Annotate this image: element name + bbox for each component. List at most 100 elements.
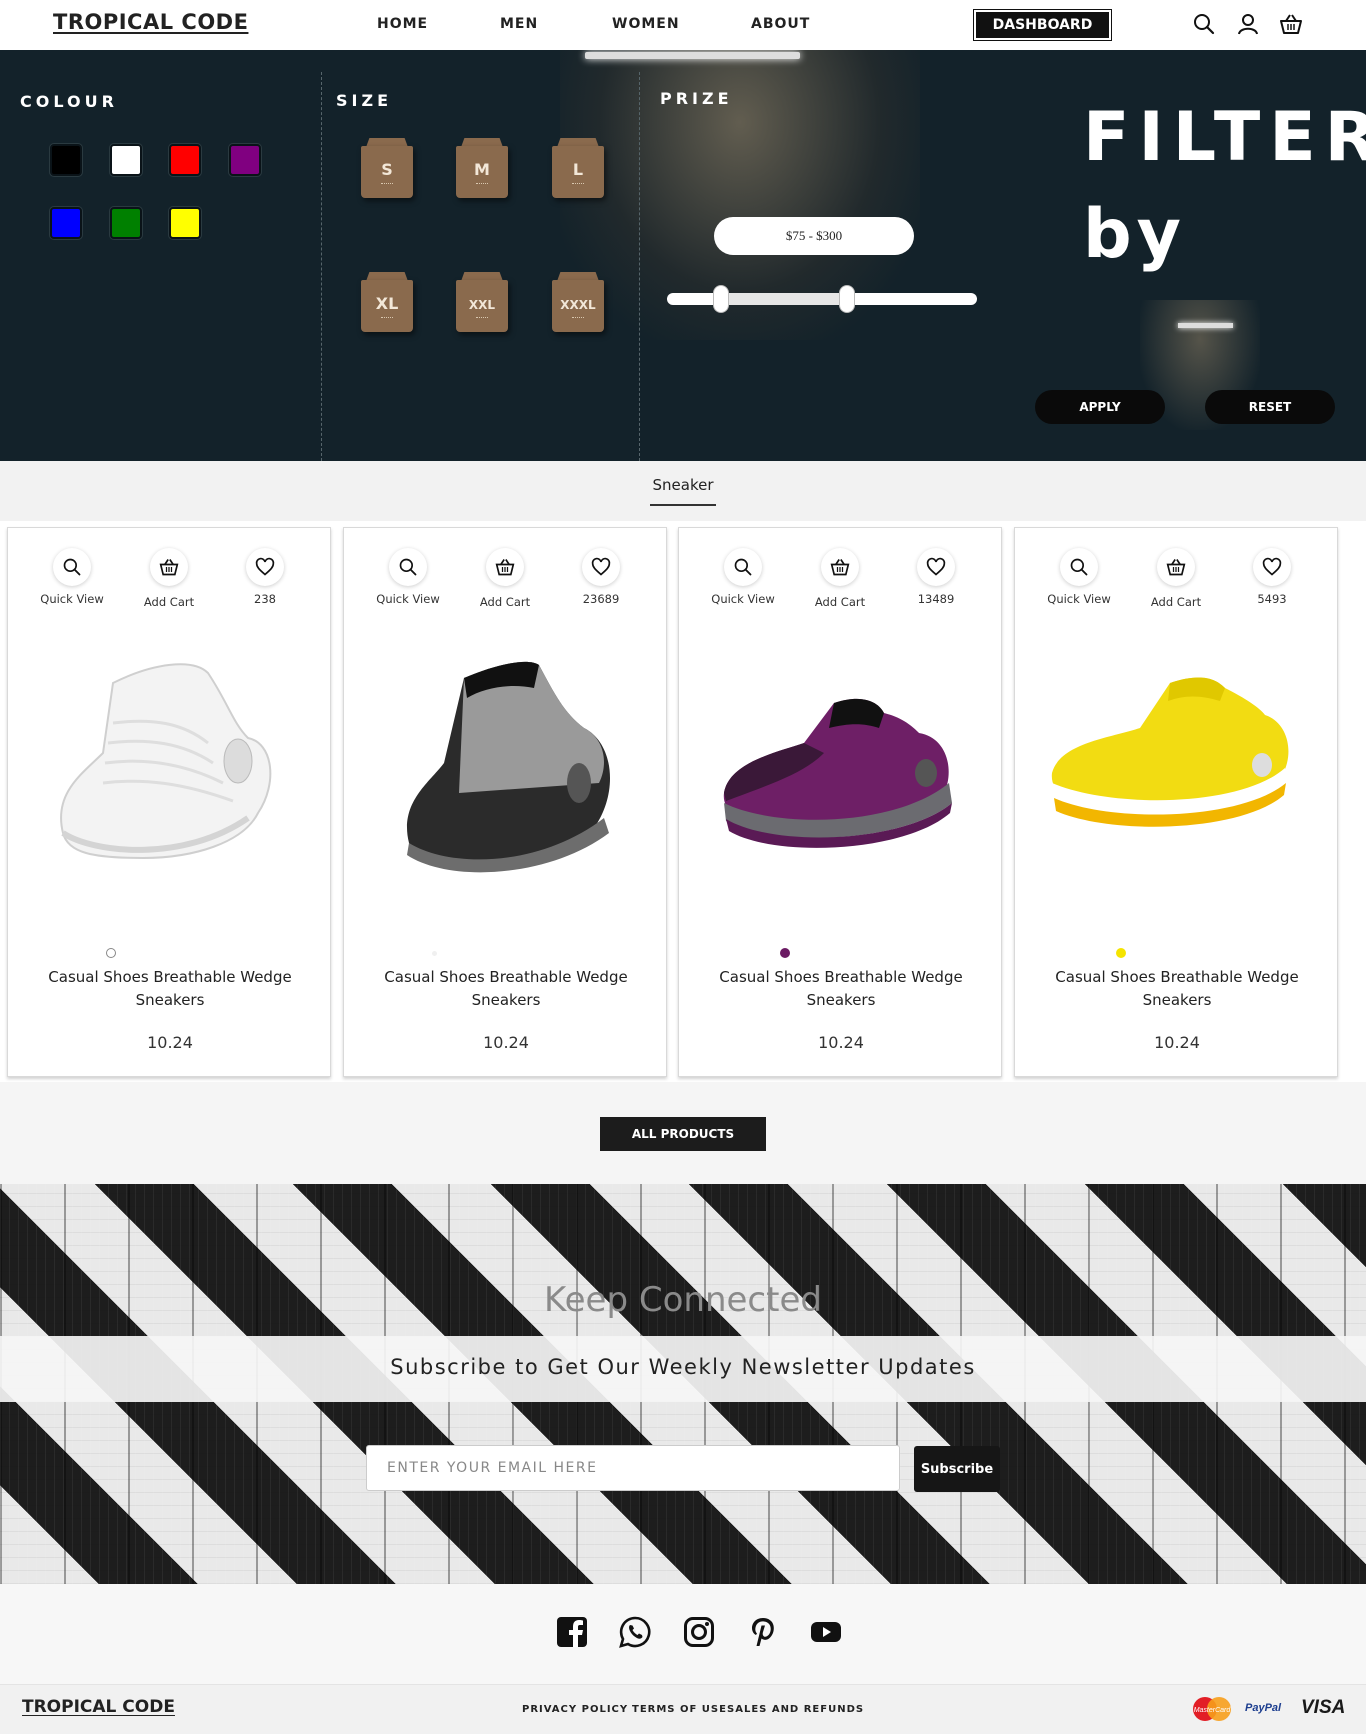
facebook-icon[interactable] (556, 1616, 588, 1648)
ceiling-lamp (585, 52, 800, 59)
quick-view-action[interactable]: Quick View (1039, 548, 1119, 606)
colour-swatch-black[interactable] (50, 144, 82, 176)
newsletter-band: Subscribe to Get Our Weekly Newsletter U… (0, 1336, 1366, 1402)
footer-link-privacy[interactable]: PRIVACY POLICY (522, 1704, 628, 1715)
size-option-xl[interactable]: XL (361, 272, 413, 332)
apply-button[interactable]: APPLY (1035, 390, 1165, 424)
youtube-icon[interactable] (810, 1616, 842, 1648)
product-title[interactable]: Casual Shoes Breathable Wedge Sneakers (364, 966, 648, 1012)
filter-divider (321, 72, 322, 461)
action-label: Add Cart (814, 595, 866, 609)
like-action[interactable]: 23689 (561, 548, 641, 606)
like-count: 23689 (582, 592, 620, 606)
footer-link-refunds[interactable]: SALES AND REFUNDS (727, 1704, 864, 1715)
filter-panel: COLOUR SIZE PRIZE S M L XL XXL XXXL $75 … (0, 50, 1366, 461)
action-label: Add Cart (1150, 595, 1202, 609)
colour-swatch-green[interactable] (110, 207, 142, 239)
nav-men[interactable]: MEN (500, 16, 538, 32)
add-cart-action[interactable]: Add Cart (465, 548, 545, 609)
nav-women[interactable]: WOMEN (612, 16, 680, 32)
newsletter-subheading: Subscribe to Get Our Weekly Newsletter U… (390, 1355, 976, 1379)
size-label: M (474, 160, 490, 179)
like-action[interactable]: 5493 (1232, 548, 1312, 606)
all-products-button[interactable]: ALL PRODUCTS (600, 1117, 766, 1151)
price-slider-range (721, 293, 848, 305)
product-card[interactable]: Quick View Add Cart 23689 Casual Shoes B… (343, 527, 667, 1077)
footer-logo[interactable]: TROPICAL CODE (22, 1697, 175, 1717)
nav-about[interactable]: ABOUT (751, 16, 810, 32)
pinterest-icon[interactable] (747, 1616, 779, 1648)
product-image-grey-sneaker[interactable] (369, 643, 643, 903)
mastercard-text: MasterCard (1194, 1707, 1232, 1714)
add-cart-action[interactable]: Add Cart (800, 548, 880, 609)
product-title[interactable]: Casual Shoes Breathable Wedge Sneakers (1035, 966, 1319, 1012)
price-min-handle[interactable] (714, 286, 728, 312)
subscribe-button[interactable]: Subscribe (914, 1446, 1000, 1492)
reset-button[interactable]: RESET (1205, 390, 1335, 424)
footer-link-terms[interactable]: TERMS OF USE (632, 1704, 727, 1715)
action-label: Quick View (711, 592, 775, 606)
email-input[interactable] (366, 1445, 900, 1491)
nav-home[interactable]: HOME (377, 16, 428, 32)
product-title[interactable]: Casual Shoes Breathable Wedge Sneakers (28, 966, 312, 1012)
basket-icon[interactable] (1279, 12, 1303, 36)
search-icon (399, 558, 417, 576)
like-action[interactable]: 238 (225, 548, 305, 606)
social-links (0, 1584, 1366, 1684)
product-image-yellow-sneaker[interactable] (1040, 643, 1314, 903)
product-title[interactable]: Casual Shoes Breathable Wedge Sneakers (699, 966, 983, 1012)
product-card[interactable]: Quick View Add Cart 13489 Casual Shoes B… (678, 527, 1002, 1077)
size-option-s[interactable]: S (361, 138, 413, 198)
prize-heading: PRIZE (660, 89, 733, 108)
whatsapp-icon[interactable] (619, 1616, 651, 1648)
search-icon[interactable] (1192, 12, 1216, 36)
tab-sneaker[interactable]: Sneaker (650, 476, 716, 506)
site-header: TROPICAL CODE HOME MEN WOMEN ABOUT DASHB… (0, 0, 1366, 50)
size-label: XXXL (560, 298, 596, 312)
colour-dot[interactable] (432, 951, 437, 956)
basket-icon (830, 559, 850, 576)
basket-icon (1166, 559, 1186, 576)
like-action[interactable]: 13489 (896, 548, 976, 606)
filter-subtitle: by (1083, 195, 1187, 274)
basket-icon (159, 559, 179, 576)
mastercard-logo: MasterCard (1193, 1697, 1232, 1721)
size-option-xxl[interactable]: XXL (456, 272, 508, 332)
product-card[interactable]: Quick View Add Cart 238 Casual Shoes Bre… (7, 527, 331, 1077)
like-count: 13489 (917, 592, 955, 606)
action-label: Add Cart (143, 595, 195, 609)
add-cart-action[interactable]: Add Cart (129, 548, 209, 609)
quick-view-action[interactable]: Quick View (703, 548, 783, 606)
product-image-purple-sneaker[interactable] (704, 643, 978, 903)
heart-icon (1262, 557, 1282, 576)
action-label: Add Cart (479, 595, 531, 609)
colour-swatch-red[interactable] (169, 144, 201, 176)
colour-dot[interactable] (1116, 948, 1126, 958)
add-cart-action[interactable]: Add Cart (1136, 548, 1216, 609)
product-grid: Quick View Add Cart 238 Casual Shoes Bre… (0, 521, 1350, 1082)
colour-swatch-purple[interactable] (229, 144, 261, 176)
colour-swatch-blue[interactable] (50, 207, 82, 239)
size-option-m[interactable]: M (456, 138, 508, 198)
user-icon[interactable] (1236, 12, 1260, 36)
site-logo[interactable]: TROPICAL CODE (53, 10, 248, 34)
newsletter-heading: Keep Connected (544, 1280, 822, 1320)
product-card[interactable]: Quick View Add Cart 5493 Casual Shoes Br… (1014, 527, 1338, 1077)
size-option-xxxl[interactable]: XXXL (552, 272, 604, 332)
search-icon (734, 558, 752, 576)
dashboard-button[interactable]: DASHBOARD (973, 9, 1112, 41)
colour-swatch-white[interactable] (110, 144, 142, 176)
size-option-l[interactable]: L (552, 138, 604, 198)
product-image-white-sneaker[interactable] (33, 643, 307, 903)
category-bar: Sneaker (0, 461, 1366, 521)
quick-view-action[interactable]: Quick View (368, 548, 448, 606)
colour-dot[interactable] (780, 948, 790, 958)
price-max-handle[interactable] (840, 286, 854, 312)
filter-divider (639, 72, 640, 461)
colour-swatch-yellow[interactable] (169, 207, 201, 239)
instagram-icon[interactable] (683, 1616, 715, 1648)
visa-logo: VISA (1301, 1697, 1346, 1718)
action-label: Quick View (1047, 592, 1111, 606)
colour-dot[interactable] (106, 948, 116, 958)
quick-view-action[interactable]: Quick View (32, 548, 112, 606)
